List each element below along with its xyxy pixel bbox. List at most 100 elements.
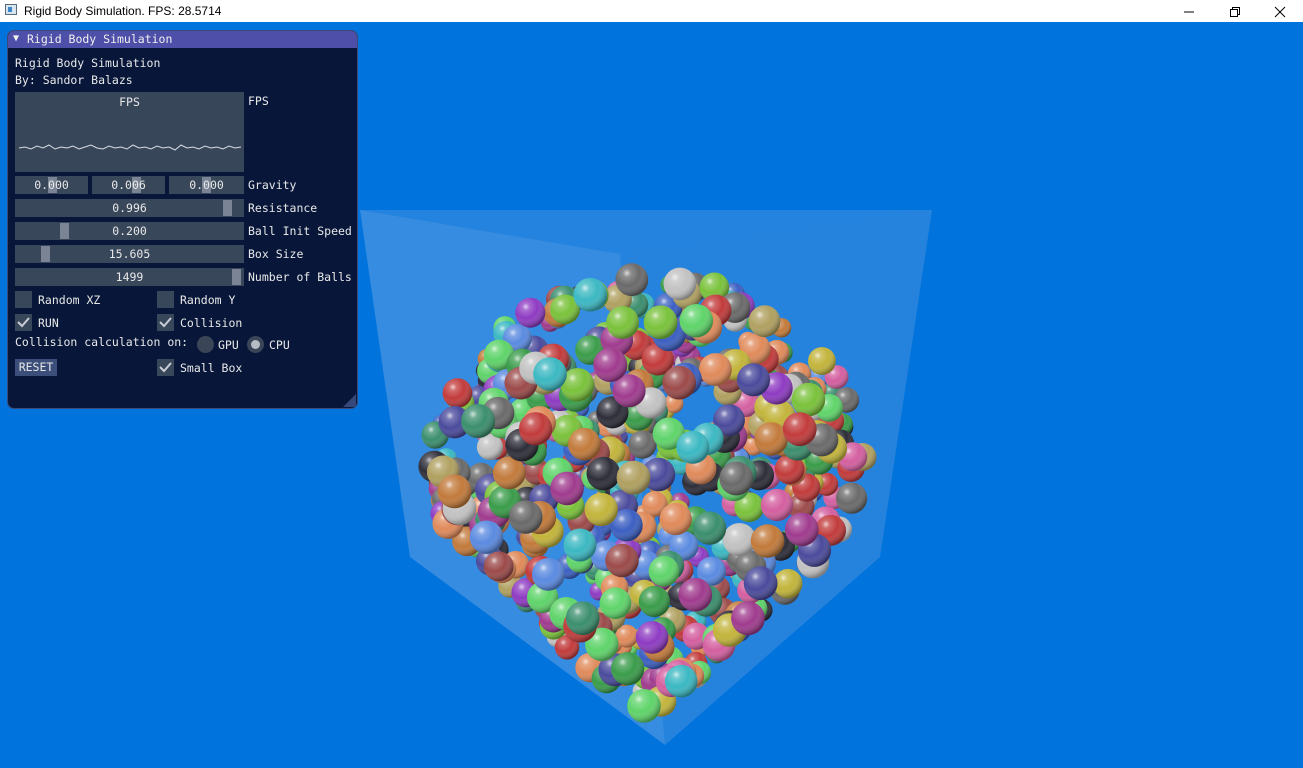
ball-highlight xyxy=(676,430,710,464)
random-xz-checkbox[interactable] xyxy=(15,291,32,308)
ball-highlight xyxy=(584,492,618,527)
ball-highlight xyxy=(563,528,597,562)
ball-highlight xyxy=(750,524,785,558)
ball-highlight xyxy=(461,404,496,438)
run-checkbox[interactable] xyxy=(15,314,32,331)
ball-highlight xyxy=(533,357,567,391)
gravity-z-value: 0.000 xyxy=(189,178,224,192)
ball-highlight xyxy=(648,556,680,587)
author-text: By: Sandor Balazs xyxy=(15,73,133,87)
fps-plot-label: FPS xyxy=(248,94,269,108)
ball-highlight xyxy=(785,512,819,547)
box-size-slider[interactable]: 15.605 xyxy=(15,245,244,263)
ball-highlight xyxy=(808,347,836,375)
close-button[interactable] xyxy=(1257,0,1303,22)
collision-label: Collision xyxy=(180,316,243,330)
random-y-label: Random Y xyxy=(180,293,236,307)
ball-highlight xyxy=(748,305,781,338)
resistance-label: Resistance xyxy=(248,201,318,215)
number-of-balls-label: Number of Balls xyxy=(248,270,352,284)
resistance-slider[interactable]: 0.996 xyxy=(15,199,244,217)
ball-highlight xyxy=(605,543,639,578)
ball-highlight xyxy=(662,365,696,400)
ball-highlight xyxy=(565,601,600,635)
ball-init-speed-label: Ball Init Speed xyxy=(248,224,352,238)
ball-highlight xyxy=(731,601,765,636)
number-of-balls-slider[interactable]: 1499 xyxy=(15,268,244,286)
window-title: Rigid Body Simulation. FPS: 28.5714 xyxy=(24,4,222,18)
ball-highlight xyxy=(773,569,803,599)
gpu-radio-label: GPU xyxy=(218,338,239,352)
app-icon xyxy=(5,4,17,15)
minimize-icon xyxy=(1184,11,1194,13)
box-size-grab[interactable] xyxy=(41,246,50,262)
restore-button[interactable] xyxy=(1212,0,1258,22)
ball-highlight xyxy=(791,382,826,417)
ball-highlight xyxy=(719,461,754,496)
ball-highlight xyxy=(663,267,697,301)
gravity-y-slider[interactable]: 0.006 xyxy=(92,176,165,194)
ball-highlight xyxy=(606,306,639,339)
resize-grip[interactable] xyxy=(343,394,356,407)
resistance-grab[interactable] xyxy=(223,200,232,216)
ball-highlight xyxy=(550,471,584,506)
gravity-x-value: 0.000 xyxy=(34,178,69,192)
gravity-x-slider[interactable]: 0.000 xyxy=(15,176,88,194)
ball-init-speed-grab[interactable] xyxy=(60,223,69,239)
ball-highlight xyxy=(635,621,669,654)
close-icon xyxy=(1274,6,1286,18)
ball-highlight xyxy=(692,511,727,545)
box-size-label: Box Size xyxy=(248,247,304,261)
run-label: RUN xyxy=(38,316,59,330)
random-y-checkbox[interactable] xyxy=(157,291,174,308)
reset-button[interactable]: RESET xyxy=(15,359,57,376)
check-icon xyxy=(159,317,172,328)
panel-title: Rigid Body Simulation xyxy=(27,32,173,46)
ball-highlight xyxy=(483,551,514,582)
ball-highlight xyxy=(593,348,628,382)
collision-calc-label: Collision calculation on: xyxy=(15,335,189,349)
cpu-radio[interactable] xyxy=(247,336,264,353)
collision-checkbox[interactable] xyxy=(157,314,174,331)
ball-highlight xyxy=(508,500,543,534)
restore-icon xyxy=(1230,7,1240,17)
ball-highlight xyxy=(760,488,794,522)
ball-highlight xyxy=(678,577,713,612)
gravity-y-value: 0.006 xyxy=(111,178,146,192)
small-box-label: Small Box xyxy=(180,361,243,375)
collapse-arrow-icon[interactable]: ▼ xyxy=(13,33,19,44)
ball-highlight xyxy=(437,474,472,509)
random-xz-label: Random XZ xyxy=(38,293,101,307)
ball-highlight xyxy=(737,363,770,397)
ball-highlight xyxy=(599,587,632,619)
gravity-label: Gravity xyxy=(248,178,297,192)
check-icon xyxy=(17,317,30,328)
ball-highlight xyxy=(743,566,778,601)
app-name-text: Rigid Body Simulation xyxy=(15,56,161,70)
ball-init-speed-value: 0.200 xyxy=(112,224,147,238)
ball-highlight xyxy=(679,304,713,338)
box-size-value: 15.605 xyxy=(108,247,151,261)
fps-line xyxy=(18,144,242,151)
panel-header[interactable]: ▼ Rigid Body Simulation xyxy=(8,31,357,48)
ball-highlight xyxy=(469,520,504,554)
minimize-button[interactable] xyxy=(1166,0,1212,22)
fps-plot: FPS xyxy=(15,92,244,172)
small-box-checkbox[interactable] xyxy=(157,359,174,376)
ball-highlight xyxy=(643,305,678,340)
ball-highlight xyxy=(568,427,601,461)
ball-highlight xyxy=(836,482,868,514)
gpu-radio[interactable] xyxy=(197,336,214,353)
cpu-radio-label: CPU xyxy=(269,338,290,352)
ball-init-speed-slider[interactable]: 0.200 xyxy=(15,222,244,240)
number-of-balls-grab[interactable] xyxy=(232,269,241,285)
gravity-z-slider[interactable]: 0.000 xyxy=(169,176,244,194)
ball-highlight xyxy=(699,353,732,386)
ball-highlight xyxy=(628,430,657,459)
resistance-value: 0.996 xyxy=(112,201,147,215)
ball-highlight xyxy=(615,263,649,297)
ball-highlight xyxy=(782,412,817,446)
ball-highlight xyxy=(532,558,565,591)
control-panel[interactable]: ▼ Rigid Body Simulation Rigid Body Simul… xyxy=(7,30,358,409)
ball-highlight xyxy=(659,502,692,536)
